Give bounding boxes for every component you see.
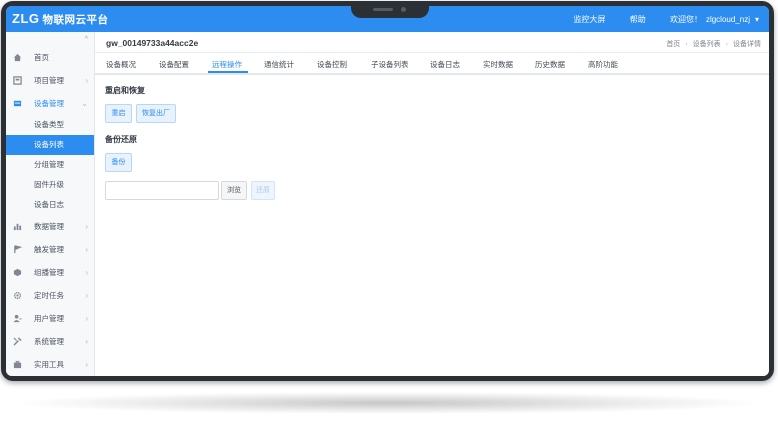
chevron-right-icon: › bbox=[85, 337, 88, 346]
chevron-right-icon: › bbox=[85, 314, 88, 323]
user-icon bbox=[13, 314, 22, 323]
breadcrumb-separator-icon: › bbox=[685, 41, 688, 48]
toolbox-icon bbox=[13, 360, 22, 369]
restart-button[interactable]: 重启 bbox=[105, 104, 132, 123]
restore-button[interactable]: 还原 bbox=[251, 181, 275, 200]
tab-advanced[interactable]: 高阶功能 bbox=[588, 59, 618, 70]
sidebar-item-label: 项目管理 bbox=[34, 76, 64, 85]
backup-file-input[interactable] bbox=[105, 181, 219, 200]
sidebar-subitem-firmware[interactable]: 固件升级 bbox=[6, 175, 94, 195]
project-icon bbox=[13, 76, 22, 85]
sidebar-item-multicast[interactable]: 组播管理 › bbox=[6, 261, 94, 284]
help-link[interactable]: 帮助 bbox=[630, 15, 646, 24]
app-title: 物联网云平台 bbox=[42, 14, 109, 26]
sidebar-item-label: 系统管理 bbox=[34, 337, 64, 346]
chevron-right-icon: › bbox=[85, 268, 88, 277]
collapse-icon[interactable]: ^ bbox=[85, 36, 88, 43]
sidebar-item-device[interactable]: 设备管理 ⌄ bbox=[6, 92, 94, 115]
sidebar-item-data[interactable]: 数据管理 › bbox=[6, 215, 94, 238]
breadcrumb-separator-icon: › bbox=[725, 41, 728, 48]
main-content: gw_00149733a44acc2e 首页 › 设备列表 › 设备详情 设备概况 设备… bbox=[95, 32, 769, 376]
breadcrumb: 首页 › 设备列表 › 设备详情 bbox=[666, 39, 761, 49]
chevron-right-icon: › bbox=[85, 76, 88, 85]
bar-chart-icon bbox=[13, 223, 22, 231]
app-screen: ZLG 物联网云平台 监控大屏 帮助 欢迎您！ zlgcloud_nzj ▾ ^ 首页… bbox=[6, 6, 769, 376]
chevron-right-icon: › bbox=[85, 245, 88, 254]
restart-section-title: 重启和恢复 bbox=[105, 86, 145, 95]
sidebar-item-user[interactable]: 用户管理 › bbox=[6, 307, 94, 330]
backup-button[interactable]: 备份 bbox=[105, 153, 132, 172]
tab-history-data[interactable]: 历史数据 bbox=[535, 59, 565, 70]
device-shadow bbox=[20, 392, 758, 414]
sidebar-item-label: 触发管理 bbox=[34, 245, 64, 254]
factory-reset-button[interactable]: 恢复出厂 bbox=[136, 104, 176, 123]
sidebar-item-label: 设备管理 bbox=[34, 99, 64, 108]
breadcrumb-device-detail: 设备详情 bbox=[733, 41, 761, 48]
page-title: gw_00149733a44acc2e bbox=[106, 38, 199, 48]
device-icon bbox=[13, 100, 22, 107]
sidebar-subitem-device-list[interactable]: 设备列表 bbox=[6, 135, 94, 155]
sidebar-item-system[interactable]: 系统管理 › bbox=[6, 330, 94, 353]
tab-comm-stats[interactable]: 通信统计 bbox=[264, 59, 294, 70]
tab-remote-operation[interactable]: 远程操作 bbox=[212, 59, 242, 70]
user-dropdown-icon[interactable]: ▾ bbox=[755, 15, 759, 24]
flag-icon bbox=[14, 245, 22, 254]
breadcrumb-device-list[interactable]: 设备列表 bbox=[693, 41, 721, 48]
tab-realtime-data[interactable]: 实时数据 bbox=[483, 59, 513, 70]
home-icon bbox=[13, 53, 22, 62]
browse-button[interactable]: 浏览 bbox=[221, 181, 247, 200]
sidebar-item-utilities[interactable]: 实用工具 › bbox=[6, 353, 94, 376]
device-notch bbox=[351, 2, 429, 18]
username-link[interactable]: zlgcloud_nzj bbox=[706, 15, 750, 24]
sidebar: ^ 首页 项目管理 › 设备管理 ⌄ 设备类型 设备列表 分组管理 固件升级 设… bbox=[6, 32, 95, 376]
chevron-right-icon: › bbox=[85, 222, 88, 231]
logo: ZLG 物联网云平台 bbox=[12, 11, 109, 27]
monitor-screen-link[interactable]: 监控大屏 bbox=[573, 15, 605, 24]
backup-section-title: 备份还原 bbox=[105, 135, 137, 144]
sidebar-item-label: 定时任务 bbox=[34, 291, 64, 300]
camera-dot bbox=[401, 7, 406, 12]
brand-name: ZLG bbox=[12, 11, 40, 26]
page-header: gw_00149733a44acc2e 首页 › 设备列表 › 设备详情 bbox=[95, 32, 769, 53]
gear-icon bbox=[13, 291, 22, 300]
sidebar-item-trigger[interactable]: 触发管理 › bbox=[6, 238, 94, 261]
speaker-grille bbox=[373, 8, 393, 11]
chevron-down-icon: ⌄ bbox=[81, 99, 88, 108]
tab-device-log[interactable]: 设备日志 bbox=[430, 59, 460, 70]
cube-icon bbox=[13, 268, 22, 277]
sidebar-item-label: 数据管理 bbox=[34, 222, 64, 231]
sidebar-item-label: 首页 bbox=[34, 53, 49, 62]
sidebar-subitem-device-log[interactable]: 设备日志 bbox=[6, 195, 94, 215]
sidebar-item-label: 用户管理 bbox=[34, 314, 64, 323]
welcome-text: 欢迎您！ bbox=[669, 15, 702, 24]
tab-device-config[interactable]: 设备配置 bbox=[159, 59, 189, 70]
tab-sub-device-list[interactable]: 子设备列表 bbox=[371, 59, 409, 70]
sidebar-item-label: 实用工具 bbox=[34, 360, 64, 369]
breadcrumb-home[interactable]: 首页 bbox=[666, 41, 680, 48]
sidebar-subitem-device-type[interactable]: 设备类型 bbox=[6, 115, 94, 135]
sidebar-subitem-group[interactable]: 分组管理 bbox=[6, 155, 94, 175]
sidebar-item-home[interactable]: 首页 bbox=[6, 46, 94, 69]
tab-device-control[interactable]: 设备控制 bbox=[317, 59, 347, 70]
tools-icon bbox=[13, 337, 22, 346]
tab-bar: 设备概况 设备配置 远程操作 通信统计 设备控制 子设备列表 设备日志 实时数据… bbox=[95, 53, 769, 75]
sidebar-item-schedule[interactable]: 定时任务 › bbox=[6, 284, 94, 307]
device-frame: ZLG 物联网云平台 监控大屏 帮助 欢迎您！ zlgcloud_nzj ▾ ^ 首页… bbox=[1, 1, 774, 381]
sidebar-item-label: 组播管理 bbox=[34, 268, 64, 277]
chevron-right-icon: › bbox=[85, 360, 88, 369]
top-links: 监控大屏 帮助 欢迎您！ zlgcloud_nzj ▾ bbox=[551, 14, 759, 25]
tab-device-overview[interactable]: 设备概况 bbox=[106, 59, 136, 70]
sidebar-item-project[interactable]: 项目管理 › bbox=[6, 69, 94, 92]
active-tab-indicator bbox=[208, 71, 248, 73]
chevron-right-icon: › bbox=[85, 291, 88, 300]
